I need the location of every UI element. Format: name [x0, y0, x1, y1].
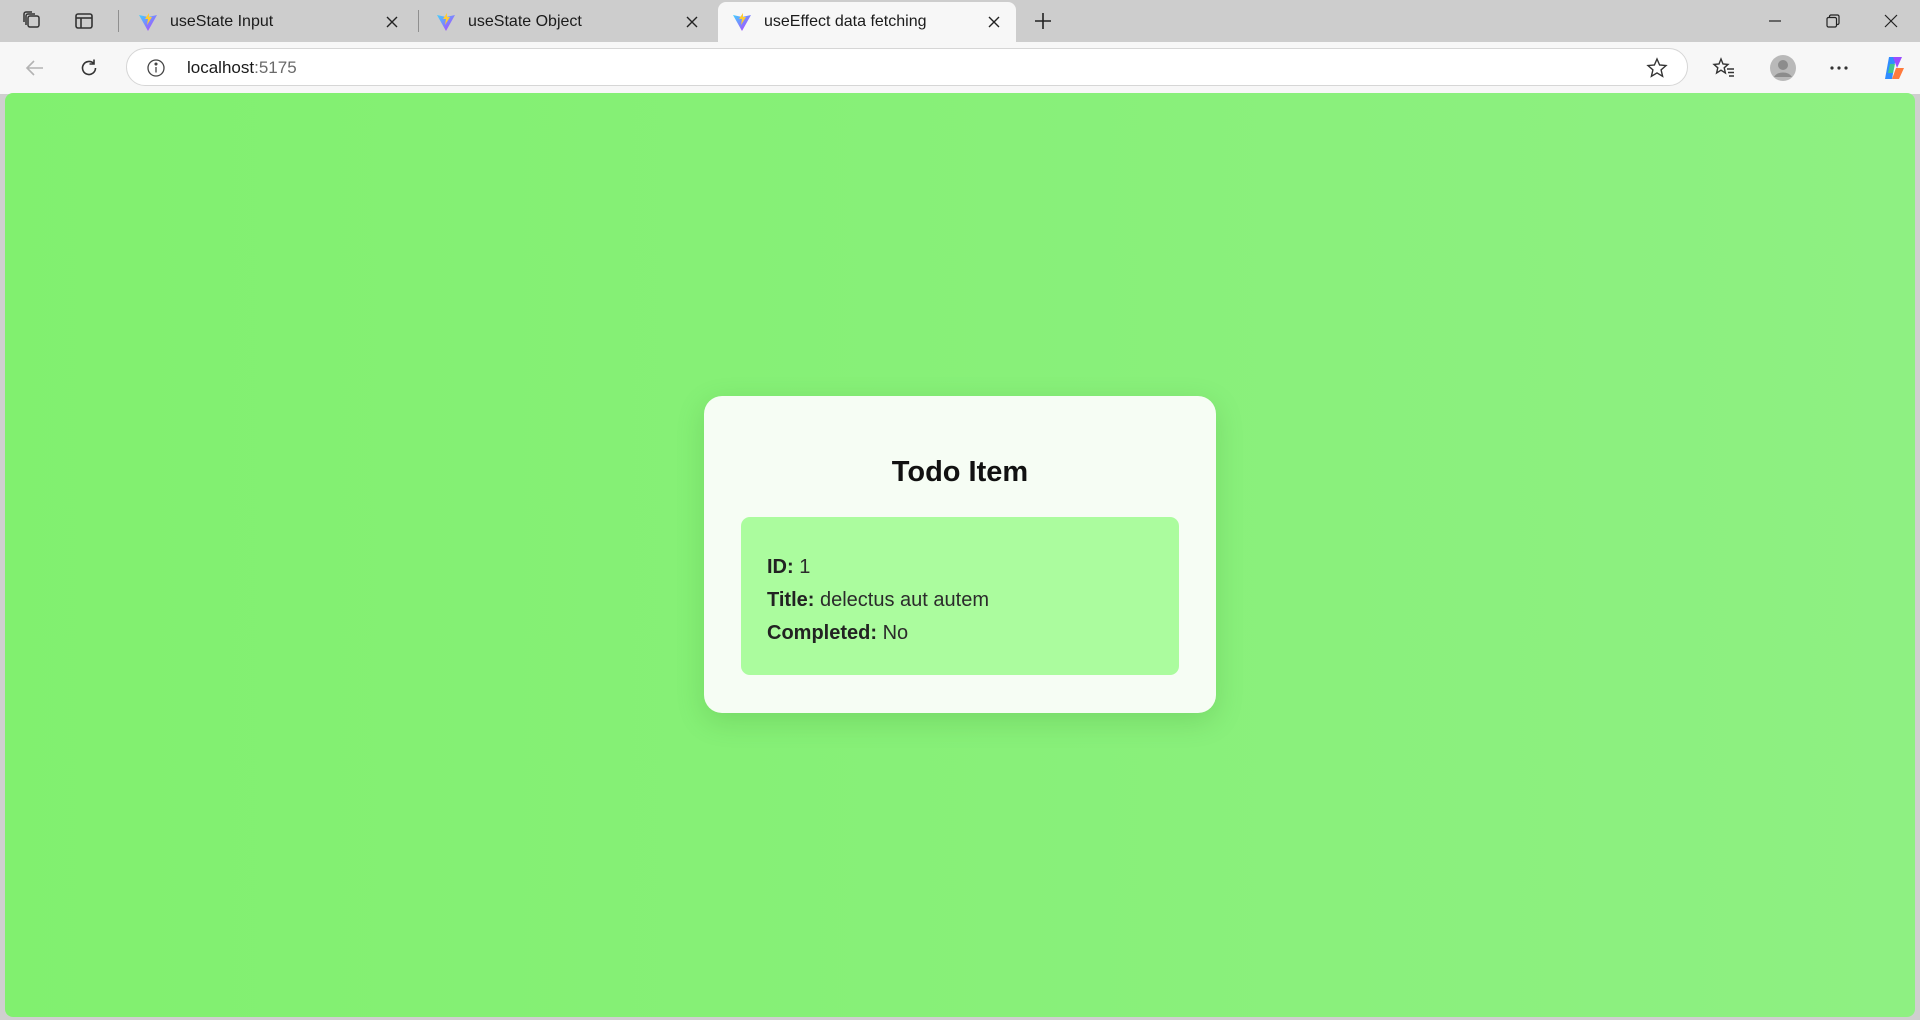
close-icon [1884, 14, 1898, 28]
refresh-icon [81, 59, 97, 76]
profile-icon [1770, 55, 1796, 81]
tab-title: useState Object [468, 13, 582, 30]
refresh-button[interactable] [71, 50, 107, 86]
favorites-button[interactable] [1706, 50, 1742, 86]
tab-strip: useState Input useState Object useEffect… [0, 0, 1920, 42]
page-viewport: Todo Item ID: 1 Title: delectus aut aute… [5, 93, 1915, 1017]
field-label: Title: [767, 589, 815, 611]
vite-icon [733, 13, 751, 31]
todo-card: Todo Item ID: 1 Title: delectus aut aute… [704, 396, 1216, 713]
field-label: ID: [767, 556, 794, 578]
more-icon [1830, 66, 1848, 70]
restore-icon [1826, 14, 1840, 28]
star-icon[interactable] [1645, 56, 1669, 80]
new-tab-button[interactable] [1024, 5, 1062, 37]
tab-title: useEffect data fetching [764, 13, 927, 30]
workspaces-icon[interactable] [12, 5, 52, 37]
minimize-icon [1769, 20, 1781, 22]
close-window-button[interactable] [1862, 0, 1920, 42]
vertical-tabs-icon[interactable] [64, 5, 104, 37]
back-button[interactable] [17, 50, 53, 86]
todo-title-row: Title: delectus aut autem [767, 584, 1153, 617]
vite-icon [437, 13, 455, 31]
page-title: Todo Item [891, 456, 1029, 488]
tab-title: useState Input [170, 13, 274, 30]
more-button[interactable] [1821, 50, 1857, 86]
tab-separator [418, 10, 419, 32]
vite-icon [139, 13, 157, 31]
favorites-icon [1712, 57, 1734, 77]
todo-title-value: delectus aut autem [819, 589, 989, 611]
minimize-button[interactable] [1746, 0, 1804, 42]
profile-button[interactable] [1765, 50, 1801, 86]
copilot-button[interactable] [1876, 50, 1912, 86]
url-host: localhost [187, 58, 255, 77]
close-icon[interactable] [380, 10, 404, 34]
todo-completed-row: Completed: No [767, 617, 1153, 650]
address-bar[interactable]: localhost:5175 [126, 48, 1688, 86]
tab-usestate-input[interactable]: useState Input [124, 2, 414, 42]
todo-completed-value: No [882, 622, 909, 644]
todo-id-value: 1 [799, 556, 811, 578]
close-icon[interactable] [680, 10, 704, 34]
restore-button[interactable] [1804, 0, 1862, 42]
close-icon[interactable] [982, 10, 1006, 34]
url-port: :5175 [254, 58, 297, 77]
url-text[interactable]: localhost:5175 [187, 58, 297, 78]
todo-id-row: ID: 1 [767, 551, 1153, 584]
copilot-icon [1885, 57, 1904, 79]
tab-separator [118, 10, 119, 32]
todo-details: ID: 1 Title: delectus aut autem Complete… [741, 517, 1179, 675]
browser-toolbar: localhost:5175 [0, 42, 1920, 94]
back-icon [25, 60, 43, 76]
tab-usestate-object[interactable]: useState Object [422, 2, 714, 42]
plus-icon [1035, 13, 1051, 29]
tab-useeffect-data-fetching[interactable]: useEffect data fetching [718, 2, 1016, 42]
info-icon[interactable] [145, 57, 167, 79]
field-label: Completed: [767, 622, 877, 644]
